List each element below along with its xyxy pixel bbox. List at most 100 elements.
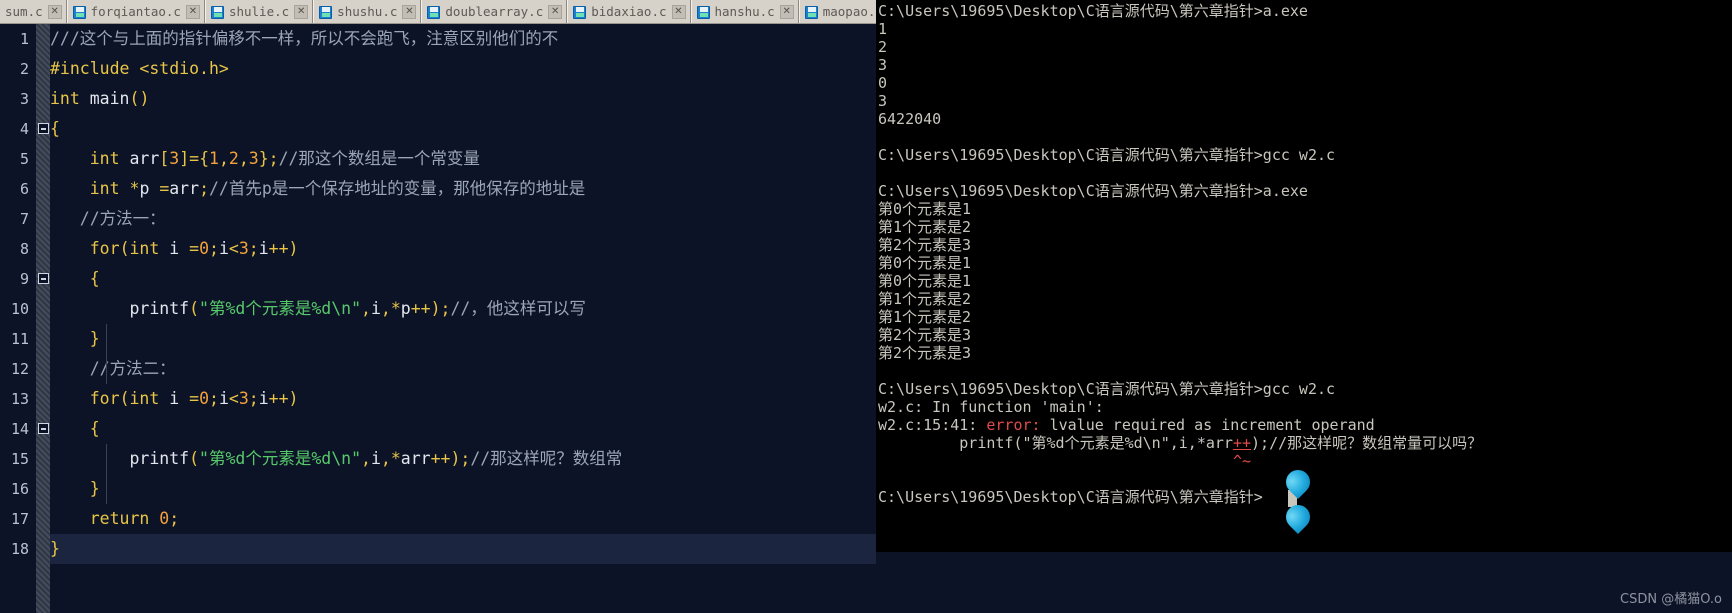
code-line[interactable]: { xyxy=(50,114,880,144)
line-number: 14 xyxy=(10,420,29,438)
fold-toggle-icon[interactable] xyxy=(38,123,49,134)
fold-toggle-icon[interactable] xyxy=(38,423,49,434)
code-text-area[interactable]: ///这个与上面的指针偏移不一样，所以不会跑飞，注意区别他们的不 #include… xyxy=(50,24,880,613)
editor-tab-hanshu-c[interactable]: hanshu.c ✕ xyxy=(690,0,799,23)
editor-tab-maopao-c[interactable]: maopao.c✕ xyxy=(798,0,880,23)
code-line[interactable]: } xyxy=(50,474,880,504)
terminal-error-source-line: printf("第%d个元素是%d\n",i,*arr++);//那这样呢？数组… xyxy=(878,434,1483,452)
terminal-line: C:\Users\19695\Desktop\C语言源代码\第六章指针>gcc … xyxy=(878,380,1336,398)
terminal-line: 3 xyxy=(878,92,888,110)
code-line[interactable]: int main() xyxy=(50,84,880,114)
editor-tab-forqiantao-c[interactable]: forqiantao.c ✕ xyxy=(66,0,205,23)
code-line[interactable]: int *p =arr;//首先p是一个保存地址的变量，那他保存的地址是 xyxy=(50,174,880,204)
file-icon xyxy=(427,5,441,19)
file-icon xyxy=(804,5,818,19)
app-root: sum.c ✕ forqiantao.c ✕ shulie.c ✕ shushu.c ✕ dou… xyxy=(0,0,1732,613)
code-line[interactable]: #include <stdio.h> xyxy=(50,54,880,84)
editor-tab-shushu-c[interactable]: shushu.c ✕ xyxy=(313,0,422,23)
close-icon[interactable]: ✕ xyxy=(185,5,200,19)
close-icon[interactable]: ✕ xyxy=(548,5,563,19)
indent-guide xyxy=(106,474,107,504)
line-number: 18 xyxy=(10,540,29,558)
terminal-line: C:\Users\19695\Desktop\C语言源代码\第六章指针>a.ex… xyxy=(878,182,1308,200)
line-number: 9 xyxy=(19,270,29,288)
file-icon xyxy=(319,5,333,19)
terminal-line: 3 xyxy=(878,56,888,74)
terminal-line: 第2个元素是3 xyxy=(878,326,972,344)
code-line[interactable]: int arr[3]={1,2,3};//那这个数组是一个常变量 xyxy=(50,144,880,174)
line-number: 16 xyxy=(10,480,29,498)
file-icon xyxy=(210,5,224,19)
terminal-line: 第0个元素是1 xyxy=(878,254,972,272)
line-number: 6 xyxy=(19,180,29,198)
editor-tab-label: maopao.c xyxy=(822,4,880,19)
code-line[interactable]: printf("第%d个元素是%d\n",i,*p++);//，他这样可以写 xyxy=(50,294,880,324)
line-number: 10 xyxy=(10,300,29,318)
code-line[interactable]: ///这个与上面的指针偏移不一样，所以不会跑飞，注意区别他们的不 xyxy=(50,24,880,54)
close-icon[interactable]: ✕ xyxy=(294,5,309,19)
terminal-line: 第1个元素是2 xyxy=(878,308,972,326)
terminal-line: 第1个元素是2 xyxy=(878,218,972,236)
terminal-line: 1 xyxy=(878,20,888,38)
file-icon xyxy=(72,5,86,19)
editor-tab-label: shushu.c xyxy=(337,4,398,19)
code-editor-pane: sum.c ✕ forqiantao.c ✕ shulie.c ✕ shushu.c ✕ dou… xyxy=(0,0,880,613)
editor-tab-bidaxiao-c[interactable]: bidaxiao.c ✕ xyxy=(567,0,691,23)
editor-tab-label: bidaxiao.c xyxy=(591,4,667,19)
code-line[interactable]: } xyxy=(50,324,880,354)
file-icon xyxy=(696,5,710,19)
code-line[interactable]: printf("第%d个元素是%d\n",i,*arr++);//那这样呢？数组… xyxy=(50,444,880,474)
indent-guide xyxy=(106,444,107,474)
terminal-line: C:\Users\19695\Desktop\C语言源代码\第六章指针>a.ex… xyxy=(878,2,1308,20)
line-number: 12 xyxy=(10,360,29,378)
editor-tab-bar[interactable]: sum.c ✕ forqiantao.c ✕ shulie.c ✕ shushu.c ✕ dou… xyxy=(0,0,880,24)
line-number: 8 xyxy=(19,240,29,258)
line-number: 5 xyxy=(19,150,29,168)
code-folding-bar[interactable] xyxy=(36,24,50,613)
close-icon[interactable]: ✕ xyxy=(47,5,62,19)
terminal-line: 第2个元素是3 xyxy=(878,236,972,254)
code-line[interactable]: //方法二： xyxy=(50,354,880,384)
line-number: 1 xyxy=(19,30,29,48)
code-line[interactable]: //方法一： xyxy=(50,204,880,234)
editor-tab-doublearray-c[interactable]: doublearray.c ✕ xyxy=(421,0,568,23)
code-line[interactable]: { xyxy=(50,414,880,444)
line-number: 13 xyxy=(10,390,29,408)
indent-guide xyxy=(106,354,107,384)
editor-tab-shulie-c[interactable]: shulie.c ✕ xyxy=(204,0,314,23)
code-line[interactable]: for(int i =0;i<3;i++) xyxy=(50,234,880,264)
code-line[interactable]: return 0; xyxy=(50,504,880,534)
indent-guide xyxy=(106,324,107,354)
editor-tab-label: shulie.c xyxy=(228,4,290,19)
line-number: 7 xyxy=(19,210,29,228)
line-number: 11 xyxy=(10,330,29,348)
terminal-line: 2 xyxy=(878,38,888,56)
editor-tab-label: forqiantao.c xyxy=(90,4,181,19)
editor-tab-label: hanshu.c xyxy=(714,4,775,19)
terminal-line: 6422040 xyxy=(878,110,942,128)
terminal-line: 第0个元素是1 xyxy=(878,272,972,290)
code-line[interactable]: for(int i =0;i<3;i++) xyxy=(50,384,880,414)
watermark-label: CSDN @橘猫O.o xyxy=(1620,592,1722,607)
terminal-line: 第2个元素是3 xyxy=(878,344,972,362)
close-icon[interactable]: ✕ xyxy=(779,5,794,19)
close-icon[interactable]: ✕ xyxy=(402,5,417,19)
line-number: 3 xyxy=(19,90,29,108)
line-number: 17 xyxy=(10,510,29,528)
terminal-line: 第0个元素是1 xyxy=(878,200,972,218)
editor-tab-sum-c[interactable]: sum.c ✕ xyxy=(0,0,67,23)
terminal-error-function-line: w2.c: In function 'main': xyxy=(878,398,1104,416)
terminal-line: C:\Users\19695\Desktop\C语言源代码\第六章指针>gcc … xyxy=(878,146,1336,164)
close-icon[interactable]: ✕ xyxy=(671,5,686,19)
fold-toggle-icon[interactable] xyxy=(38,273,49,284)
code-line[interactable]: } xyxy=(50,534,880,564)
line-number: 4 xyxy=(19,120,29,138)
line-number: 15 xyxy=(10,450,29,468)
terminal-window[interactable]: C:\Users\19695\Desktop\C语言源代码\第六章指针>a.ex… xyxy=(876,0,1732,552)
terminal-error-caret-line: printf("第%d个元素是%d\n",i,*arr^~ xyxy=(1232,452,1252,470)
code-line[interactable]: { xyxy=(50,264,880,294)
line-number: 2 xyxy=(19,60,29,78)
